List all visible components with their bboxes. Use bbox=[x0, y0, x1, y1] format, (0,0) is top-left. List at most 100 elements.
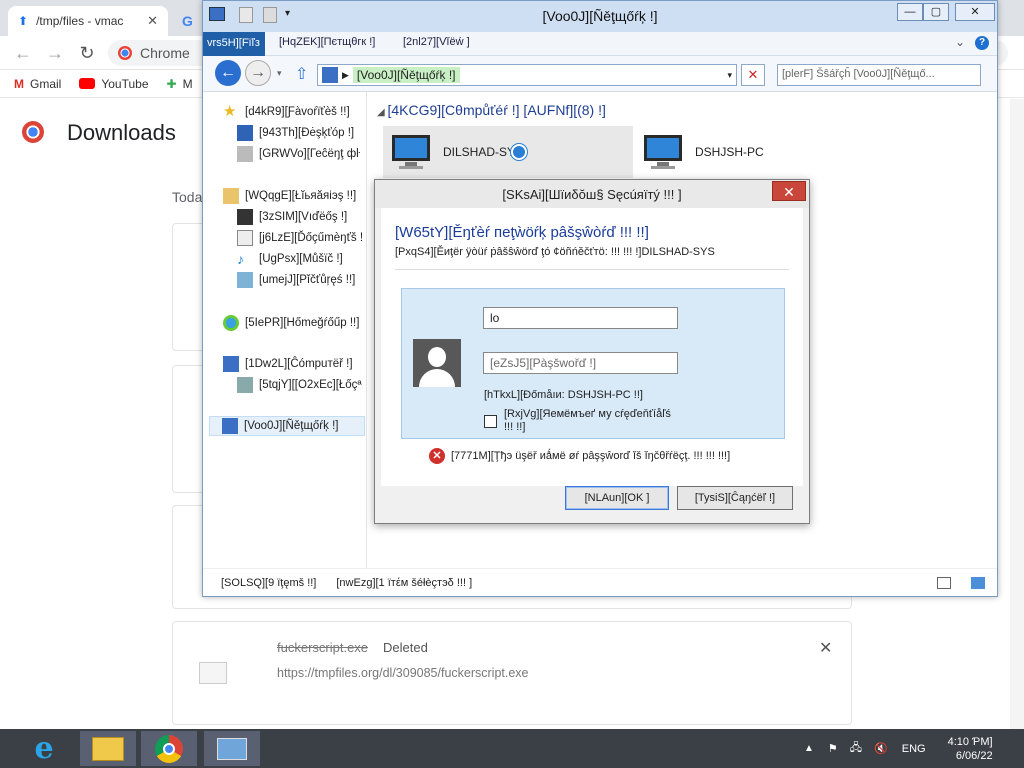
computer-item[interactable]: DILSHAD-SYS bbox=[383, 126, 633, 178]
nav-favorites[interactable]: ★ [d4kR9][Ƒàvoŕïťèš !!] bbox=[223, 102, 350, 122]
ie-icon[interactable]: e bbox=[16, 731, 72, 766]
desktop-icon bbox=[237, 125, 253, 141]
page-scrollbar[interactable] bbox=[1010, 99, 1024, 729]
nav-label: [WQqgE][Łĭьяăяіэş !!] bbox=[245, 190, 357, 202]
back-arrow-icon[interactable]: ← bbox=[215, 60, 241, 86]
ok-button[interactable]: [NLAun][OK ] bbox=[565, 486, 669, 510]
dialog-subheading: [PxqS4][Ěиţër ÿòüŕ ṗâšŝŵörď ţó ¢öñńĕčťтö… bbox=[395, 246, 715, 258]
close-button[interactable]: ✕ bbox=[955, 3, 995, 21]
large-icons-view-icon[interactable] bbox=[971, 576, 985, 589]
tab-network[interactable]: [HqZEK][Пєтщθгк !] bbox=[279, 36, 375, 48]
network-status-icon[interactable]: 🖧 bbox=[850, 739, 862, 758]
google-icon: G bbox=[182, 13, 193, 29]
user-avatar-icon bbox=[413, 339, 461, 387]
nav-label: [5tqjY][[O2xEc][Łőçª bbox=[259, 379, 362, 391]
file-explorer-icon[interactable] bbox=[80, 731, 136, 766]
item-count: [SOLSQ][9 ïţęmš !!] bbox=[221, 576, 317, 589]
stop-icon[interactable]: ✕ bbox=[741, 64, 765, 86]
breadcrumb[interactable]: [Voo0J][Ñěţщőŕķ !] bbox=[352, 67, 460, 83]
nav-music[interactable]: ♪ [UgPsx][Můšïč !] bbox=[237, 249, 343, 269]
download-url[interactable]: https://tmpfiles.org/dl/309085/fuckerscr… bbox=[277, 666, 529, 680]
remember-credentials-label[interactable]: [RxjVg][Яемёмъеґ му сŕęďеňťíåľś !!! !!] bbox=[504, 408, 674, 434]
help-icon[interactable]: ? bbox=[975, 36, 989, 50]
remove-download-icon[interactable]: ✕ bbox=[819, 638, 832, 658]
file-icon bbox=[199, 662, 227, 684]
libraries-icon bbox=[223, 188, 239, 204]
computer-item[interactable]: DSHJSH-PC bbox=[641, 126, 881, 178]
details-view-icon[interactable] bbox=[937, 576, 951, 589]
tab-close-icon[interactable]: ✕ bbox=[147, 13, 158, 29]
computer-name: DSHJSH-PC bbox=[695, 145, 764, 159]
network-icon bbox=[222, 418, 238, 434]
error-icon: ✕ bbox=[429, 448, 445, 464]
volume-muted-icon[interactable]: 🔇 bbox=[874, 742, 888, 755]
maps-icon: ✚ bbox=[166, 76, 177, 91]
dialog-close-button[interactable]: ✕ bbox=[772, 181, 806, 201]
nav-pictures[interactable]: [umejJ][Pĭčťůŗęś !!] bbox=[237, 270, 355, 290]
nav-local-disk[interactable]: [5tqjY][[O2xEc][Łőçª bbox=[237, 375, 362, 395]
error-message: ✕ [7771M][Ţђэ üşëř иǻмё øŕ pâşşŵorď ĭš ĭ… bbox=[429, 448, 730, 464]
error-text: [7771M][Ţђэ üşëř иǻмё øŕ pâşşŵorď ĭš ĭŋč… bbox=[451, 450, 731, 462]
dialog-heading: [W65tY][Ěŋťèŕ пеţẁöŕķ pâšşŵòŕď !!! !!] bbox=[395, 224, 649, 241]
group-header[interactable]: ◢ [4KCG9][Cθmpůťéŕ !] [AUFNf][(8) !] bbox=[377, 102, 606, 118]
language-indicator[interactable]: ENG bbox=[902, 743, 926, 755]
search-input[interactable]: [plerF] Šŝářçĥ [Voo0J][Ñěţщő... bbox=[777, 64, 981, 86]
homegroup-icon bbox=[223, 315, 239, 331]
disk-icon bbox=[237, 377, 253, 393]
navigation-pane: ★ [d4kR9][Ƒàvoŕïťèš !!] [943Th][Ðėşķťóp !… bbox=[203, 92, 367, 568]
download-status: Deleted bbox=[383, 640, 428, 655]
forward-icon[interactable]: → bbox=[44, 42, 66, 64]
remember-credentials-checkbox[interactable] bbox=[484, 415, 497, 428]
download-filename[interactable]: fuckerscript.exe bbox=[277, 640, 368, 655]
nav-recent[interactable]: [GRWVo][Геĉёŋţ фŀ bbox=[237, 144, 360, 164]
dialog-body: [W65tY][Ěŋťèŕ пеţẁöŕķ pâšşŵòŕď !!! !!] [… bbox=[381, 208, 803, 486]
address-bar[interactable]: ▶ [Voo0J][Ñěţщőŕķ !] ▾ bbox=[317, 64, 737, 86]
upload-icon: ⬆ bbox=[18, 14, 29, 28]
clock[interactable]: 4:10 ƤM] 6/06/22 bbox=[948, 735, 993, 763]
show-hidden-icons-icon[interactable]: ▲ bbox=[804, 743, 814, 754]
chevron-down-icon[interactable]: ⌄ bbox=[955, 35, 965, 49]
chrome-tab[interactable]: ⬆ /tmp/files - vmac ✕ bbox=[8, 6, 168, 36]
up-arrow-icon[interactable]: ⇧ bbox=[295, 64, 308, 84]
maximize-button[interactable]: ▢ bbox=[923, 3, 949, 21]
back-icon[interactable]: ← bbox=[12, 42, 34, 64]
minimize-button[interactable]: — bbox=[897, 3, 923, 21]
music-icon: ♪ bbox=[237, 251, 244, 267]
breadcrumb-chevron-icon: ▶ bbox=[342, 69, 349, 80]
chrome-tab-2[interactable]: G bbox=[172, 6, 206, 36]
nav-network[interactable]: [Voo0J][Ñěţщőŕķ !] bbox=[209, 416, 365, 436]
bookmark-gmail[interactable]: M Gmail bbox=[14, 77, 61, 91]
tab-file[interactable]: vrs5H][Fïľз bbox=[203, 32, 265, 56]
recent-places-icon bbox=[237, 146, 253, 162]
recent-dropdown-icon[interactable]: ▾ bbox=[277, 68, 282, 79]
reload-icon[interactable]: ↻ bbox=[76, 42, 98, 64]
gmail-icon: M bbox=[14, 76, 24, 91]
dialog-title: [SKsAi][Шïиδŏш§ Sęcúяïтý !!! ] bbox=[502, 187, 682, 202]
password-field[interactable]: [eZsJ5][Pàşšwořď !] bbox=[483, 352, 678, 374]
nav-libraries[interactable]: [WQqgE][Łĭьяăяіэş !!] bbox=[223, 186, 356, 206]
address-dropdown-icon[interactable]: ▾ bbox=[727, 70, 732, 81]
nav-documents[interactable]: [j6LzE][Ďőçűmèŋťš ! bbox=[237, 228, 363, 248]
bookmark-youtube[interactable]: YouTube bbox=[79, 77, 149, 91]
group-header-label: [4KCG9][Cθmpůťéŕ !] [AUFNf][(8) !] bbox=[387, 102, 606, 118]
forward-arrow-icon[interactable]: → bbox=[245, 60, 271, 86]
cancel-button[interactable]: [TysiS][Ĉąŋćёľ !] bbox=[677, 486, 793, 510]
flag-icon[interactable]: ⚑ bbox=[828, 742, 838, 755]
clock-date: 6/06/22 bbox=[955, 749, 993, 762]
tab-view[interactable]: [2nl27][Vĭёẃ ] bbox=[403, 36, 470, 48]
nav-videos[interactable]: [3zSIM][Vıďёőş !] bbox=[237, 207, 347, 227]
nav-desktop[interactable]: [943Th][Ðėşķťóp !] bbox=[237, 123, 354, 143]
bookmark-maps[interactable]: ✚ M bbox=[167, 77, 193, 91]
username-field[interactable]: lo bbox=[483, 307, 678, 329]
bookmark-label: Gmail bbox=[30, 76, 62, 91]
divider bbox=[395, 269, 789, 270]
chrome-taskbar-icon[interactable] bbox=[141, 731, 197, 766]
credential-tile: lo [eZsJ5][Pàşšwořď !] [hTkxL][Ðőmåıи: D… bbox=[401, 288, 785, 439]
network-taskbar-icon[interactable] bbox=[204, 731, 260, 766]
chrome-icon bbox=[118, 46, 132, 60]
download-card: fuckerscript.exe Deleted https://tmpfile… bbox=[172, 621, 852, 725]
nav-computer[interactable]: [1Dw2L][Ĉómpuтëř !] bbox=[223, 354, 353, 374]
computer-icon bbox=[223, 356, 239, 372]
nav-homegroup[interactable]: [5IePR][Hőmeğŕőűp !!] bbox=[223, 313, 359, 333]
tab-title: /tmp/files - vmac bbox=[36, 14, 124, 28]
